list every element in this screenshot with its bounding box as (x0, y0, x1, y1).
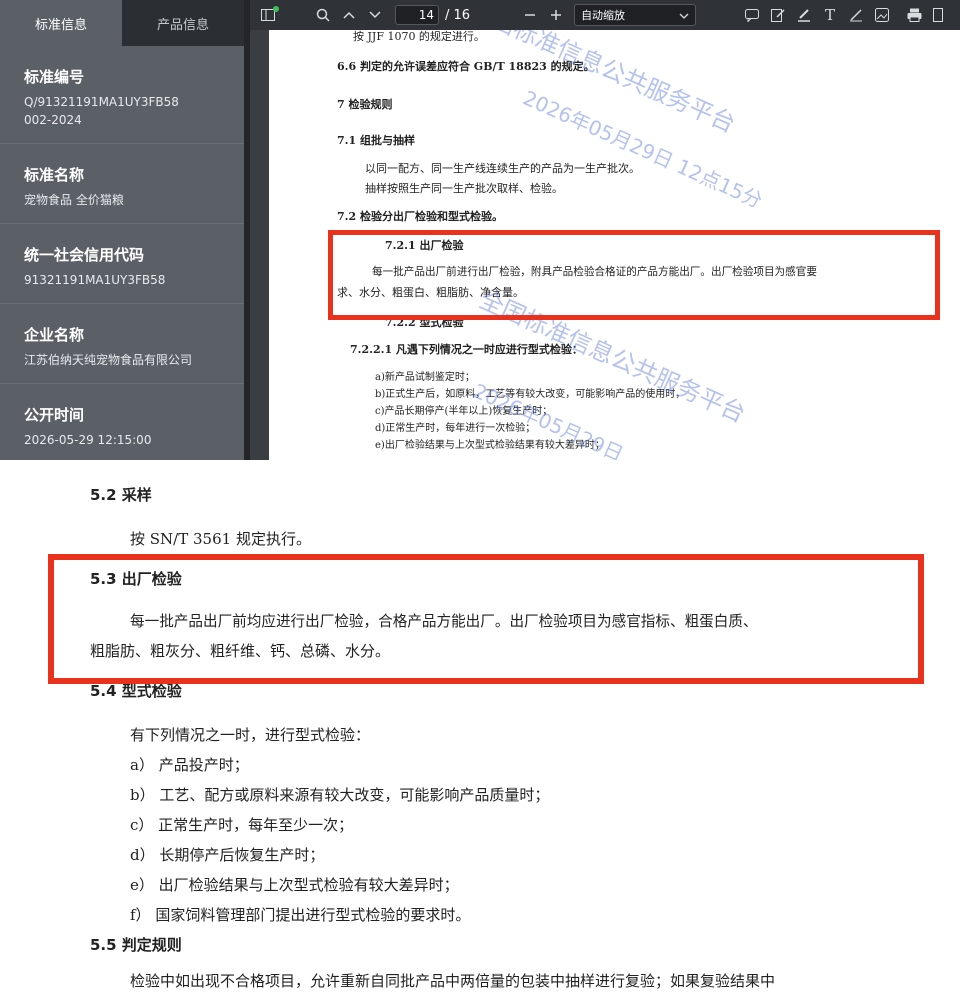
list-item: a） 产品投产时； (130, 756, 249, 774)
chevron-up-icon[interactable] (339, 5, 359, 25)
highlight-box (328, 230, 940, 320)
pdf-heading: 7.1 组批与抽样 (337, 134, 415, 147)
list-item: d） 长期停产后恢复生产时； (130, 846, 325, 864)
pdf-line: 抽样按照生产同一生产批次取样、检验。 (365, 182, 563, 195)
zoom-out-icon[interactable] (520, 5, 540, 25)
section-heading: 5.2 采样 (90, 486, 152, 504)
field-value: 91321191MA1UY3FB58 (24, 273, 166, 287)
tab-product-info[interactable]: 产品信息 (122, 0, 244, 46)
text-icon[interactable]: T (820, 5, 840, 25)
pdf-line: 按 JJF 1070 的规定进行。 (353, 30, 485, 43)
field-title: 标准名称 (24, 166, 85, 184)
pdf-page: 按 JJF 1070 的规定进行。 6.6 判定的允许误差应符合 GB/T 18… (269, 30, 960, 460)
list-item: e） 出厂检验结果与上次型式检验有较大差异时； (130, 876, 459, 894)
pdf-line: c)产品长期停产(半年以上)恢复生产时； (375, 406, 553, 417)
pdf-line: b)正式生产后，如原料，工艺等有较大改变，可能影响产品的使用时， (375, 389, 686, 400)
pdf-toolbar: 14 / 16 自动缩放 T (250, 0, 960, 30)
pdf-line: a)新产品试制鉴定时； (375, 372, 475, 383)
lower-document: 5.2 采样 按 SN/T 3561 规定执行。 5.3 出厂检验 每一批产品出… (0, 460, 960, 998)
standard-info-sidebar: 标准信息 产品信息 标准编号 Q/91321191MA1UY3FB58 002-… (0, 0, 244, 460)
chevron-down-icon (679, 9, 689, 22)
highlight-box (48, 554, 924, 684)
field-standard-number: 标准编号 Q/91321191MA1UY3FB58 002-2024 (0, 46, 244, 144)
field-value: 2026-05-29 12:15:00 (24, 433, 152, 447)
list-item: c） 正常生产时，每年至少一次； (130, 816, 354, 834)
draw-icon[interactable] (846, 5, 866, 25)
field-value: Q/91321191MA1UY3FB58 002-2024 (24, 95, 179, 127)
image-icon[interactable] (872, 5, 892, 25)
watermark-text: 全国标准信息公共服务平台 (465, 30, 740, 139)
field-standard-name: 标准名称 宠物食品 全价猫粮 (0, 144, 244, 224)
pdf-heading: 6.6 判定的允许误差应符合 GB/T 18823 的规定。 (337, 60, 595, 73)
edit-icon[interactable] (768, 5, 788, 25)
page-total: / 16 (445, 7, 471, 23)
field-title: 标准编号 (24, 68, 85, 86)
section-heading: 5.5 判定规则 (90, 936, 182, 954)
notification-dot (273, 6, 279, 12)
more-icon[interactable] (928, 5, 948, 25)
zoom-in-icon[interactable] (546, 5, 566, 25)
page-number-input[interactable]: 14 (395, 5, 439, 25)
pdf-heading: 7.2.2.1 凡遇下列情况之一时应进行型式检验： (350, 343, 583, 356)
pdf-line: d)正常生产时，每年进行一次检验； (375, 423, 536, 434)
field-title: 公开时间 (24, 406, 85, 424)
tab-standard-info[interactable]: 标准信息 (0, 0, 122, 46)
field-publish-time: 公开时间 2026-05-29 12:15:00 (0, 384, 244, 460)
pdf-line: 以同一配方、同一生产线连续生产的产品为一生产批次。 (365, 162, 640, 175)
zoom-value: 自动缩放 (581, 9, 626, 22)
print-icon[interactable] (904, 5, 924, 25)
list-item: b） 工艺、配方或原料来源有较大改变，可能影响产品质量时； (130, 786, 550, 804)
viewer-gutter (244, 0, 250, 460)
search-icon[interactable] (313, 5, 333, 25)
field-credit-code: 统一社会信用代码 91321191MA1UY3FB58 (0, 224, 244, 304)
pdf-line: e)出厂检验结果与上次型式检验结果有较大差异时； (375, 440, 605, 451)
zoom-select[interactable]: 自动缩放 (574, 4, 697, 26)
section-text: 检验中如出现不合格项目，允许重新自同批产品中两倍量的包装中抽样进行复验；如果复验… (130, 972, 776, 990)
section-text: 按 SN/T 3561 规定执行。 (130, 530, 311, 548)
field-title: 企业名称 (24, 326, 85, 344)
highlight-icon[interactable] (794, 5, 814, 25)
chevron-down-icon[interactable] (365, 5, 385, 25)
pdf-heading: 7 检验规则 (337, 98, 393, 111)
pdf-heading: 7.2 检验分出厂检验和型式检验。 (337, 210, 503, 223)
field-title: 统一社会信用代码 (24, 246, 145, 264)
pdf-viewer-screenshot: 标准信息 产品信息 标准编号 Q/91321191MA1UY3FB58 002-… (0, 0, 960, 460)
section-text: 有下列情况之一时，进行型式检验： (130, 726, 371, 744)
field-value: 宠物食品 全价猫粮 (24, 193, 124, 207)
field-company-name: 企业名称 江苏伯纳天纯宠物食品有限公司 (0, 304, 244, 384)
comment-icon[interactable] (742, 5, 762, 25)
sidebar-tabs: 标准信息 产品信息 (0, 0, 244, 46)
field-value: 江苏伯纳天纯宠物食品有限公司 (24, 353, 193, 367)
list-item: f） 国家饲料管理部门提出进行型式检验的要求时。 (130, 906, 471, 924)
